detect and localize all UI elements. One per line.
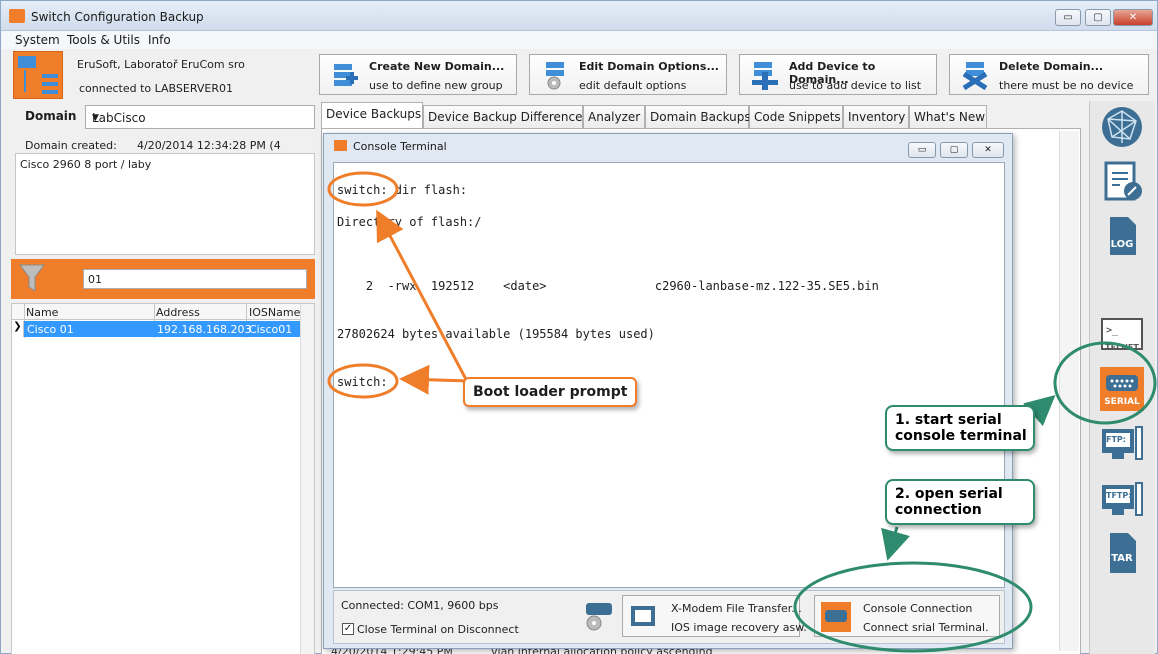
highlight-ellipse — [793, 561, 1033, 653]
step2-callout: 2. open serial connection — [885, 479, 1035, 525]
annotation-overlay — [327, 171, 1157, 653]
step1-line2: console terminal — [895, 428, 1027, 444]
main-window: Switch Configuration Backup ▭ ▢ ✕ System… — [0, 0, 1158, 654]
highlight-ellipse — [1053, 341, 1157, 425]
step1-line1: 1. start serial — [895, 412, 1002, 428]
highlight-ellipse — [327, 171, 399, 207]
step2-line1: 2. open serial — [895, 486, 1003, 502]
highlight-ellipse — [327, 363, 399, 399]
boot-loader-callout: Boot loader prompt — [463, 377, 638, 407]
step2-line2: connection — [895, 502, 982, 518]
step1-callout: 1. start serial console terminal — [885, 405, 1035, 451]
